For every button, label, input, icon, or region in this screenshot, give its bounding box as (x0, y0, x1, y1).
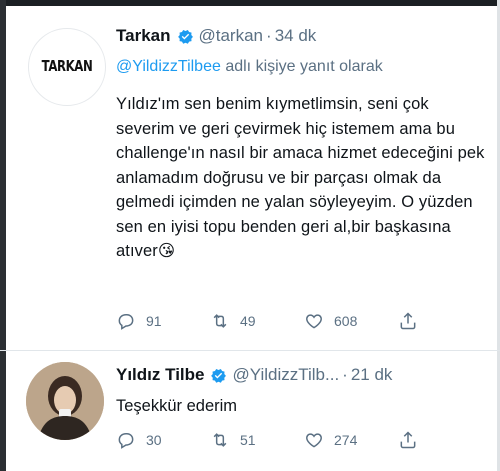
like-count: 274 (334, 432, 358, 448)
reply-count: 91 (146, 313, 162, 329)
author-handle[interactable]: @YildizzTilb... (232, 365, 339, 385)
tweet-header: Tarkan @tarkan · 34 dk (116, 26, 316, 46)
retweet-icon (213, 433, 227, 447)
timestamp[interactable]: 21 dk (351, 365, 393, 385)
reply-count: 30 (146, 432, 162, 448)
dot-separator: · (266, 26, 272, 45)
reply-context-text: adlı kişiye yanıt olarak (225, 58, 383, 75)
reply-context: @YildizzTilbee adlı kişiye yanıt olarak (116, 58, 383, 76)
avatar-tarkan[interactable]: TARKAN (28, 28, 106, 106)
reply-icon (118, 433, 134, 449)
retweet-button[interactable]: 51 (210, 430, 304, 450)
tweet-tarkan[interactable]: TARKAN Tarkan @tarkan · 34 dk @YildizzTi… (0, 6, 500, 350)
like-icon (306, 314, 322, 329)
author-name[interactable]: Yıldız Tilbe (116, 365, 204, 385)
timestamp[interactable]: 34 dk (275, 26, 317, 46)
like-button[interactable]: 274 (304, 430, 398, 450)
tweet-actions: 30 51 274 (116, 430, 428, 450)
retweet-icon (213, 314, 227, 328)
dot-separator: · (342, 365, 348, 384)
retweet-count: 51 (240, 432, 256, 448)
share-icon (400, 312, 416, 330)
reply-button[interactable]: 91 (116, 311, 210, 331)
tweet-text: Yıldız'ım sen benim kıymetlimsin, seni ç… (116, 95, 485, 260)
tweet-actions: 91 49 608 (116, 311, 428, 331)
tweet-header: Yıldız Tilbe @YildizzTilb... · 21 dk (116, 365, 392, 385)
avatar-yildiz-tilbe[interactable] (26, 362, 104, 440)
tweet-text: Teşekkür ederim (116, 397, 238, 415)
author-name[interactable]: Tarkan (116, 26, 171, 46)
verified-badge-icon (211, 368, 227, 383)
reply-button[interactable]: 30 (116, 430, 210, 450)
retweet-button[interactable]: 49 (210, 311, 304, 331)
share-button[interactable] (398, 311, 428, 331)
like-count: 608 (334, 313, 358, 329)
retweet-count: 49 (240, 313, 256, 329)
share-icon (400, 431, 416, 449)
like-icon (306, 433, 322, 448)
like-button[interactable]: 608 (304, 311, 398, 331)
verified-badge-icon (177, 29, 193, 44)
reply-mention-link[interactable]: @YildizzTilbee (116, 58, 221, 75)
author-handle[interactable]: @tarkan (199, 26, 264, 46)
reply-icon (118, 314, 134, 330)
tarkan-logo: TARKAN (41, 57, 93, 75)
avatar-photo (26, 362, 104, 440)
tweet-yildiz-tilbe[interactable]: Yıldız Tilbe @YildizzTilb... · 21 dk Teş… (0, 350, 500, 471)
share-button[interactable] (398, 430, 428, 450)
